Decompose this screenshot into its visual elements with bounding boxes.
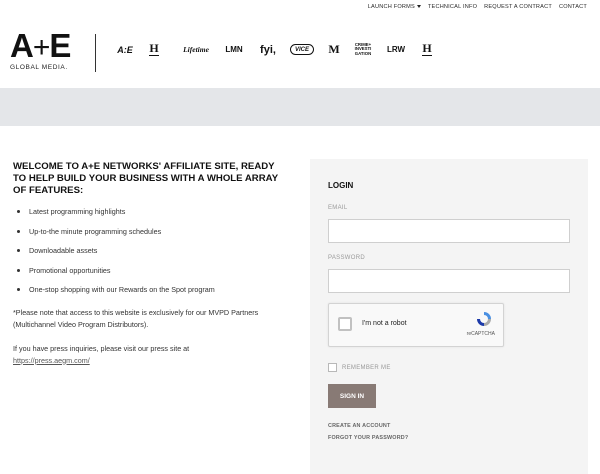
press-text: If you have press inquiries, please visi… [13,343,190,353]
list-item: One-stop shopping with our Rewards on th… [13,285,288,305]
fyi-brand-logo[interactable]: fyi, [257,44,279,56]
welcome-heading: WELCOME TO A+E NETWORKS' AFFILIATE SITE,… [13,161,278,196]
lrw-brand-logo[interactable]: LRW [386,45,406,54]
remember-me[interactable]: REMEMBER ME [328,363,391,372]
military-history-brand-logo[interactable]: M [326,42,342,57]
password-label: PASSWORD [328,255,365,261]
vice-brand-logo[interactable]: VICE [290,44,314,55]
hero-band [0,88,600,126]
press-info: If you have press inquiries, please visi… [13,343,288,367]
lmn-brand-logo[interactable]: LMN [223,45,245,54]
history-brand-logo[interactable]: H [147,42,161,56]
chevron-down-icon [416,5,421,9]
list-item: Latest programming highlights [13,207,288,227]
recaptcha-icon [477,312,491,326]
welcome-section: WELCOME TO A+E NETWORKS' AFFILIATE SITE,… [13,161,288,367]
email-label: EMAIL [328,205,348,211]
list-item: Downloadable assets [13,246,288,266]
ae-brand-logo[interactable]: A:E [115,45,135,55]
list-item: Up-to-the minute programming schedules [13,227,288,247]
contact-link[interactable]: CONTACT [559,4,587,10]
top-nav: LAUNCH FORMS TECHNICAL INFO REQUEST A CO… [0,0,600,14]
logo-subtitle: GLOBAL MEDIA. [10,64,68,71]
feature-list: Latest programming highlights Up-to-the … [13,207,288,305]
brand-logos: A:E H Lifetime LMN fyi, VICE M CRIME+ IN… [115,42,434,57]
list-item: Promotional opportunities [13,266,288,286]
sign-in-button[interactable]: SIGN IN [328,384,376,408]
remember-me-checkbox[interactable] [328,363,337,372]
forgot-password-link[interactable]: FORGOT YOUR PASSWORD? [328,435,408,441]
ae-global-media-logo[interactable]: A+E GLOBAL MEDIA. [10,27,71,71]
request-contract-link[interactable]: REQUEST A CONTRACT [484,4,552,10]
remember-me-label: REMEMBER ME [342,364,391,371]
login-title: LOGIN [328,181,354,190]
technical-info-link[interactable]: TECHNICAL INFO [428,4,477,10]
recaptcha-widget: I'm not a robot reCAPTCHA [328,303,504,347]
press-site-link[interactable]: https://press.aegm.com/ [13,356,90,365]
logo-mark: A+E [10,27,71,64]
email-field[interactable] [328,219,570,243]
recaptcha-label: I'm not a robot [362,320,407,327]
lifetime-brand-logo[interactable]: Lifetime [179,45,213,54]
recaptcha-brand: reCAPTCHA [466,331,495,337]
launch-forms-label: LAUNCH FORMS [367,4,415,10]
login-panel: LOGIN EMAIL PASSWORD I'm not a robot reC… [310,159,588,474]
crime-investigation-brand-logo[interactable]: CRIME+ INVESTI GATION [352,42,374,57]
mvpd-note: *Please note that access to this website… [13,307,259,329]
password-field[interactable] [328,269,570,293]
launch-forms-link[interactable]: LAUNCH FORMS [368,4,421,10]
header-divider [95,34,96,72]
history-vault-brand-logo[interactable]: H [420,42,434,56]
site-header: A+E GLOBAL MEDIA. A:E H Lifetime LMN fyi… [0,14,600,88]
create-account-link[interactable]: CREATE AN ACCOUNT [328,423,391,429]
recaptcha-checkbox[interactable] [338,317,352,331]
